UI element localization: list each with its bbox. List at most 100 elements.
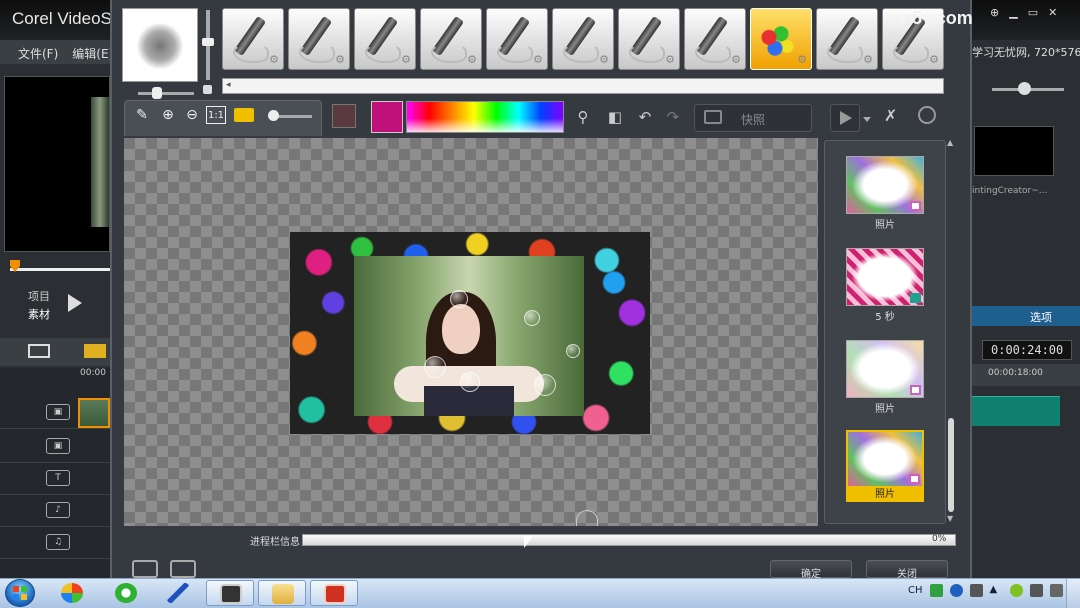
gear-icon[interactable]: ⚙ — [269, 54, 279, 65]
undo-icon[interactable]: ↶ — [634, 108, 656, 128]
gallery-item[interactable] — [846, 340, 924, 398]
ime-icon[interactable] — [929, 584, 943, 597]
brush-icon — [167, 583, 189, 603]
scroll-down-icon[interactable]: ▼ — [947, 514, 953, 523]
videostudio-icon — [324, 584, 346, 604]
stroke-preview — [563, 43, 599, 63]
timeline-clip[interactable] — [78, 398, 110, 428]
mode-clip[interactable]: 素材 — [28, 306, 50, 324]
brush-9[interactable]: ⚙ — [750, 8, 812, 70]
play-dropdown-icon[interactable] — [863, 117, 871, 122]
security-icon[interactable] — [1009, 584, 1023, 597]
brush-palette: ⚙ ⚙ ⚙ ⚙ ⚙ ⚙ ⚙ ⚙ ⚙ ⚙ ⚙ — [222, 8, 944, 70]
opacity-knob[interactable] — [268, 110, 279, 121]
timecode-display[interactable]: 0:00:24:00 — [982, 340, 1072, 360]
scrubber[interactable] — [4, 256, 110, 282]
mode-project[interactable]: 项目 — [28, 288, 50, 306]
brush-height-knob[interactable] — [202, 38, 214, 46]
taskbar-item-browser[interactable] — [48, 580, 96, 606]
brush-6[interactable]: ⚙ — [552, 8, 614, 70]
gallery-item[interactable] — [846, 430, 924, 488]
gear-icon[interactable]: ⚙ — [533, 54, 543, 65]
brush-width-slider[interactable] — [138, 92, 194, 95]
bubble — [534, 374, 556, 396]
menu-file[interactable]: 文件(F) — [18, 45, 58, 64]
gear-icon[interactable]: ⚙ — [797, 54, 807, 65]
help-icon[interactable]: ⊕ — [990, 6, 999, 19]
show-desktop-button[interactable] — [1066, 579, 1080, 608]
help-tray-icon[interactable] — [949, 584, 963, 597]
brush-width-knob[interactable] — [152, 87, 162, 99]
taskbar-item-videostudio[interactable] — [310, 580, 358, 606]
ime-indicator[interactable]: CH — [908, 585, 923, 596]
options-button[interactable]: 选项 — [972, 306, 1080, 326]
timer-icon[interactable] — [918, 106, 936, 124]
brush-3[interactable]: ⚙ — [354, 8, 416, 70]
timeline-teal-clip[interactable] — [972, 396, 1060, 426]
volume-icon[interactable] — [1049, 584, 1063, 597]
primary-color-swatch[interactable] — [371, 101, 403, 133]
pin-icon[interactable] — [969, 584, 983, 597]
network-icon[interactable] — [1029, 584, 1043, 597]
taskbar-item-explorer[interactable] — [258, 580, 306, 606]
camera-icon[interactable] — [170, 560, 196, 578]
brush-1[interactable]: ⚙ — [222, 8, 284, 70]
close-icon[interactable]: ✕ — [1048, 6, 1057, 19]
brush-2[interactable]: ⚙ — [288, 8, 350, 70]
zoom-in-icon[interactable]: ⊕ — [158, 106, 178, 124]
edit-icon[interactable]: ✎ — [132, 106, 152, 124]
title-track-icon: T — [46, 470, 70, 486]
app-title: Corel VideoS — [0, 0, 112, 40]
redo-icon[interactable]: ↷ — [662, 108, 684, 128]
color-picker-icon[interactable]: ⚲ — [572, 108, 594, 128]
preview-window — [4, 76, 110, 252]
library-thumbnail[interactable] — [974, 126, 1054, 176]
taskbar-item-camera[interactable] — [206, 580, 254, 606]
progress-bar — [302, 534, 956, 546]
brush-4[interactable]: ⚙ — [420, 8, 482, 70]
color-spectrum[interactable] — [406, 101, 564, 133]
browser-icon — [61, 583, 83, 603]
gear-icon[interactable]: ⚙ — [665, 54, 675, 65]
thumb-size-knob[interactable] — [1018, 82, 1031, 95]
gear-icon[interactable]: ⚙ — [335, 54, 345, 65]
gear-icon[interactable]: ⚙ — [401, 54, 411, 65]
brush-5[interactable]: ⚙ — [486, 8, 548, 70]
brush-10[interactable]: ⚙ — [816, 8, 878, 70]
gallery-scroll-thumb[interactable] — [948, 418, 954, 512]
gear-icon[interactable]: ⚙ — [929, 54, 939, 65]
brush-8[interactable]: ⚙ — [684, 8, 746, 70]
canvas-resize-handle[interactable] — [576, 510, 598, 526]
lock-icon[interactable] — [203, 85, 212, 94]
gear-icon[interactable]: ⚙ — [599, 54, 609, 65]
stroke-preview — [629, 43, 665, 63]
brush-7[interactable]: ⚙ — [618, 8, 680, 70]
zoom-out-icon[interactable]: ⊖ — [182, 106, 202, 124]
minimize-icon[interactable]: ▁ — [1009, 6, 1017, 19]
gallery-item[interactable] — [846, 248, 924, 306]
play-icon[interactable] — [68, 294, 82, 312]
ok-button[interactable]: 确定 — [770, 560, 852, 580]
brush-scrollbar[interactable]: ◂ — [222, 78, 944, 94]
storyboard-view-icon[interactable] — [28, 344, 50, 358]
background-image-icon[interactable] — [234, 108, 254, 122]
gear-icon[interactable]: ⚙ — [467, 54, 477, 65]
scroll-up-icon[interactable]: ▲ — [947, 138, 953, 147]
expand-tray-icon[interactable]: ▲ — [990, 584, 1003, 597]
menu-edit[interactable]: 编辑(E) — [72, 45, 112, 64]
secondary-color-swatch[interactable] — [332, 104, 356, 128]
taskbar-item-tool[interactable] — [154, 580, 202, 606]
gallery-item[interactable] — [846, 156, 924, 214]
gear-icon[interactable]: ⚙ — [731, 54, 741, 65]
actual-size-icon[interactable]: 1:1 — [206, 106, 226, 124]
timeline-view-icon[interactable] — [84, 344, 106, 358]
clear-gallery-icon[interactable]: ✗ — [884, 106, 904, 128]
settings-icon[interactable] — [132, 560, 158, 578]
gear-icon[interactable]: ⚙ — [863, 54, 873, 65]
eraser-mode-icon[interactable]: ◧ — [604, 108, 626, 128]
taskbar-item-360[interactable] — [102, 580, 150, 606]
maximize-icon[interactable]: ▭ — [1028, 6, 1038, 19]
bubble — [424, 356, 446, 378]
brush-tip — [137, 23, 183, 69]
close-button[interactable]: 关闭 — [866, 560, 948, 580]
